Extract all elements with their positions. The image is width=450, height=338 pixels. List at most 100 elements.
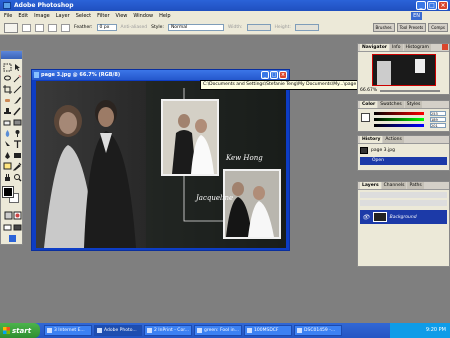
tab-color[interactable]: Color bbox=[360, 101, 378, 108]
hand-tool-icon[interactable] bbox=[3, 173, 12, 182]
well-tab-tool-presets[interactable]: Tool Presets bbox=[396, 23, 427, 32]
tab-swatches[interactable]: Swatches bbox=[378, 101, 404, 108]
notes-tool-icon[interactable] bbox=[3, 162, 12, 171]
magic-wand-tool-icon[interactable] bbox=[13, 74, 22, 83]
feather-input[interactable]: 0 px bbox=[96, 24, 117, 31]
new-selection-icon[interactable] bbox=[22, 23, 31, 32]
history-snapshot[interactable]: page 3.jpg bbox=[360, 146, 447, 155]
crop-tool-icon[interactable] bbox=[3, 85, 12, 94]
subtract-selection-icon[interactable] bbox=[48, 23, 57, 32]
menu-edit[interactable]: Edit bbox=[18, 13, 28, 19]
document-titlebar[interactable]: page 3.jpg @ 66.7% (RGB/8) _ □ × bbox=[32, 70, 289, 80]
toolbox-header[interactable] bbox=[1, 51, 22, 59]
tab-actions[interactable]: Actions bbox=[383, 136, 404, 143]
navigator-zoom-slider[interactable] bbox=[380, 90, 440, 92]
lasso-tool-icon[interactable] bbox=[3, 74, 12, 83]
red-slider[interactable] bbox=[374, 112, 424, 115]
quick-mask-mode-icon[interactable] bbox=[13, 211, 22, 220]
move-tool-icon[interactable] bbox=[13, 63, 22, 72]
red-value[interactable]: 253 bbox=[430, 111, 446, 116]
tab-layers[interactable]: Layers bbox=[360, 182, 381, 189]
menu-filter[interactable]: Filter bbox=[97, 13, 109, 19]
taskbar-item-internet-explorer[interactable]: 3 Internet E... bbox=[44, 325, 92, 336]
close-button[interactable]: × bbox=[438, 1, 448, 10]
tab-channels[interactable]: Channels bbox=[381, 182, 407, 189]
clock[interactable]: 9:20 PM bbox=[426, 327, 446, 333]
history-step-label: Open bbox=[372, 158, 385, 163]
menu-image[interactable]: Image bbox=[34, 13, 50, 19]
blur-tool-icon[interactable] bbox=[3, 129, 12, 138]
history-brush-tool-icon[interactable] bbox=[13, 107, 22, 116]
edit-in-imageready-icon[interactable] bbox=[8, 234, 17, 243]
foreground-color-swatch[interactable] bbox=[2, 186, 14, 198]
menu-bar: File Edit Image Layer Select Filter View… bbox=[0, 11, 450, 21]
taskbar-item-photoshop[interactable]: Adobe Photo... bbox=[94, 325, 142, 336]
document-icon bbox=[34, 72, 39, 78]
path-selection-tool-icon[interactable] bbox=[3, 140, 12, 149]
menu-file[interactable]: File bbox=[4, 13, 12, 19]
taskbar-item-green[interactable]: green: Fool in... bbox=[194, 325, 242, 336]
layer-background[interactable]: 👁 Background bbox=[360, 210, 447, 224]
tab-navigator[interactable]: Navigator bbox=[360, 44, 389, 51]
menu-layer[interactable]: Layer bbox=[56, 13, 70, 19]
menu-window[interactable]: Window bbox=[133, 13, 153, 19]
type-tool-icon[interactable] bbox=[13, 140, 22, 149]
document-canvas[interactable]: Kew Hong Jacqueline bbox=[36, 81, 286, 248]
style-select[interactable]: Normal bbox=[167, 24, 224, 31]
menu-view[interactable]: View bbox=[116, 13, 128, 19]
marquee-tool-preset-icon[interactable] bbox=[4, 22, 18, 33]
screen-mode-standard-icon[interactable] bbox=[3, 223, 12, 232]
color-foreground-swatch[interactable] bbox=[361, 113, 370, 122]
taskbar-item-inprint[interactable]: 2 InPrint - Cor... bbox=[144, 325, 192, 336]
start-button[interactable]: start bbox=[0, 323, 40, 338]
doc-close-button[interactable]: × bbox=[279, 71, 287, 79]
minimize-button[interactable]: _ bbox=[416, 1, 426, 10]
tab-paths[interactable]: Paths bbox=[407, 182, 424, 189]
doc-maximize-button[interactable]: □ bbox=[270, 71, 278, 79]
taskbar-item-100msdcf[interactable]: 100MSDCF bbox=[244, 325, 292, 336]
blue-value[interactable]: 201 bbox=[430, 123, 446, 128]
menu-help[interactable]: Help bbox=[159, 13, 170, 19]
layer-thumbnail bbox=[372, 212, 387, 222]
brush-tool-icon[interactable] bbox=[13, 96, 22, 105]
screen-mode-full-icon[interactable] bbox=[13, 223, 22, 232]
menu-select[interactable]: Select bbox=[76, 13, 91, 19]
add-selection-icon[interactable] bbox=[35, 23, 44, 32]
tab-info[interactable]: Info bbox=[390, 44, 403, 51]
taskbar-item-dsc01459[interactable]: DSC01459 -... bbox=[294, 325, 342, 336]
tab-styles[interactable]: Styles bbox=[404, 101, 423, 108]
height-input[interactable] bbox=[294, 24, 319, 31]
style-label: Style: bbox=[151, 25, 164, 30]
antialias-checkbox[interactable]: Anti-aliased bbox=[121, 25, 148, 30]
navigator-zoom[interactable]: 66.67% bbox=[360, 88, 377, 93]
blue-slider[interactable] bbox=[374, 124, 424, 127]
width-input[interactable] bbox=[246, 24, 271, 31]
well-tab-comps[interactable]: Comps bbox=[428, 23, 448, 32]
pen-tool-icon[interactable] bbox=[3, 151, 12, 160]
well-tab-brushes[interactable]: Brushes bbox=[372, 23, 395, 32]
eyedropper-tool-icon[interactable] bbox=[12, 162, 22, 171]
tab-histogram[interactable]: Histogram bbox=[403, 44, 431, 51]
marquee-tool-icon[interactable] bbox=[3, 63, 12, 72]
history-state-open[interactable]: Open bbox=[360, 157, 447, 165]
healing-brush-tool-icon[interactable] bbox=[3, 96, 12, 105]
clone-stamp-tool-icon[interactable] bbox=[3, 107, 12, 116]
zoom-tool-icon[interactable] bbox=[13, 173, 22, 182]
intersect-selection-icon[interactable] bbox=[61, 23, 70, 32]
navigator-thumbnail[interactable] bbox=[372, 54, 436, 86]
gradient-tool-icon[interactable] bbox=[13, 118, 22, 127]
dodge-tool-icon[interactable] bbox=[13, 129, 22, 138]
green-value[interactable]: 189 bbox=[430, 117, 446, 122]
eraser-tool-icon[interactable] bbox=[3, 118, 12, 127]
tab-history[interactable]: History bbox=[360, 136, 383, 143]
panel-close-icon[interactable] bbox=[442, 44, 448, 50]
shape-tool-icon[interactable] bbox=[13, 151, 22, 160]
layer-visibility-eye-icon[interactable]: 👁 bbox=[362, 214, 370, 221]
standard-mode-icon[interactable] bbox=[4, 211, 13, 220]
language-indicator[interactable]: EN bbox=[411, 12, 422, 20]
green-slider[interactable] bbox=[374, 118, 424, 121]
maximize-button[interactable]: □ bbox=[427, 1, 437, 10]
doc-minimize-button[interactable]: _ bbox=[261, 71, 269, 79]
color-panel: Color Swatches Styles 253 189 201 bbox=[357, 100, 450, 132]
slice-tool-icon[interactable] bbox=[13, 85, 22, 94]
